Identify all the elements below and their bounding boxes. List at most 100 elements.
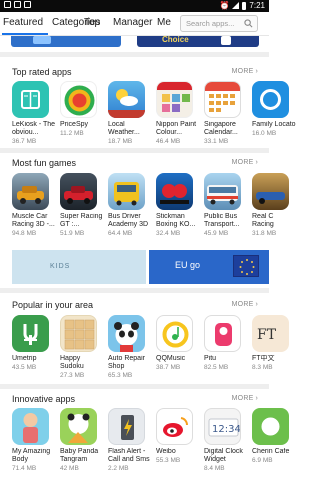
sudoku-icon: [60, 315, 97, 352]
promo-banners: KIDS EU go: [12, 250, 269, 284]
section-innovative: Innovative apps MORE › My Amazing Body 71…: [0, 389, 289, 480]
chevron-right-icon: ›: [255, 159, 258, 166]
app-name: Pitu: [204, 355, 217, 362]
eu-flag-icon: [233, 255, 259, 277]
weather-icon: [108, 81, 145, 118]
section-divider: [0, 52, 269, 57]
app-card[interactable]: Local Weather... 18.7 MB: [108, 81, 156, 145]
app-size: 38.7 MB: [156, 364, 181, 371]
app-card[interactable]: FT FT中文 8.3 MB: [252, 315, 300, 379]
signal-icon: [232, 2, 240, 9]
app-card[interactable]: Family Locato 16.0 MB: [252, 81, 300, 145]
app-name: FT中文: [252, 355, 275, 362]
more-label: MORE: [231, 301, 254, 308]
banner-app-icon: [221, 36, 231, 45]
public-bus-icon: [204, 173, 241, 210]
notification-icon: [24, 1, 31, 8]
more-button[interactable]: MORE ›: [232, 159, 258, 166]
app-card[interactable]: 12:34 Digital Clock Widget 8.4 MB: [204, 408, 252, 472]
app-card[interactable]: LeKiosk - The obviou... 36.7 MB: [12, 81, 60, 145]
tab-top[interactable]: Top: [84, 17, 100, 28]
app-card[interactable]: PriceSpy 11.2 MB: [60, 81, 108, 145]
more-button[interactable]: MORE ›: [232, 68, 258, 75]
top-nav: Featured Categories Top Manager Me Searc…: [0, 12, 269, 36]
tab-manager[interactable]: Manager: [113, 17, 152, 28]
app-name: Umetrip: [12, 355, 37, 362]
app-card[interactable]: Nippon Paint Colour... 46.4 MB: [156, 81, 204, 145]
app-name: Singapore Calendar...: [204, 121, 238, 136]
tab-featured[interactable]: Featured: [3, 17, 43, 28]
app-size: 32.4 MB: [156, 230, 181, 237]
app-name: Auto Repair Shop: [108, 355, 145, 370]
app-name: Real C Racing: [252, 213, 274, 228]
cafe-icon: [252, 408, 289, 445]
app-card[interactable]: My Amazing Body 71.4 MB: [12, 408, 60, 472]
app-name: Weibo: [156, 448, 176, 455]
app-card[interactable]: Weibo 55.3 MB: [156, 408, 204, 472]
app-size: 42 MB: [60, 465, 79, 472]
notification-icon: [4, 1, 11, 8]
status-right: ⏰ 7:21: [219, 1, 265, 10]
app-card[interactable]: Baby Panda Tangram 42 MB: [60, 408, 108, 472]
book-icon: [12, 81, 49, 118]
app-name: Muscle Car Racing 3D -...: [12, 213, 55, 228]
app-card[interactable]: Cherin Cafe 6.9 MB: [252, 408, 300, 472]
panda-tangram-icon: [60, 408, 97, 445]
app-name: My Amazing Body: [12, 448, 51, 463]
pitu-icon: [204, 315, 241, 352]
clock-icon: 12:34: [204, 408, 241, 445]
app-card[interactable]: Flash Alert - Call and Sms 2.2 MB: [108, 408, 156, 472]
status-bar: ⏰ 7:21: [0, 0, 269, 12]
app-name: Local Weather...: [108, 121, 140, 136]
section-title: Top rated apps: [12, 67, 72, 77]
app-card[interactable]: Singapore Calendar... 33.1 MB: [204, 81, 252, 145]
calendar-icon: [204, 81, 241, 118]
app-name: Nippon Paint Colour...: [156, 121, 197, 136]
app-row: My Amazing Body 71.4 MB Baby Panda Tangr…: [12, 408, 300, 472]
app-card[interactable]: QQMusic 38.7 MB: [156, 315, 204, 379]
chevron-right-icon: ›: [255, 301, 258, 308]
search-placeholder: Search apps...: [186, 19, 235, 28]
more-button[interactable]: MORE ›: [232, 301, 258, 308]
featured-banner-right[interactable]: Choice: [137, 35, 259, 47]
more-button[interactable]: MORE ›: [232, 395, 258, 402]
app-card[interactable]: Public Bus Transport... 45.9 MB: [204, 173, 252, 237]
app-card[interactable]: Happy Sudoku 27.3 MB: [60, 315, 108, 379]
app-name: Public Bus Transport...: [204, 213, 240, 228]
kids-banner[interactable]: KIDS: [12, 250, 146, 284]
more-label: MORE: [231, 159, 254, 166]
kids-banner-text: KIDS: [50, 263, 71, 270]
app-name: Happy Sudoku: [60, 355, 84, 370]
app-size: 65.3 MB: [108, 372, 133, 379]
app-card[interactable]: Auto Repair Shop 65.3 MB: [108, 315, 156, 379]
tab-me[interactable]: Me: [157, 17, 171, 28]
app-size: 11.2 MB: [60, 130, 84, 137]
muscle-car-icon: [12, 173, 49, 210]
app-name: QQMusic: [156, 355, 186, 362]
weibo-icon: [156, 408, 193, 445]
featured-banners: Choice: [0, 35, 269, 51]
featured-banner-left[interactable]: [11, 36, 121, 47]
app-size: 8.3 MB: [252, 364, 273, 371]
app-card[interactable]: Muscle Car Racing 3D -... 94.8 MB: [12, 173, 60, 237]
app-card[interactable]: Super Racing GT :... 51.9 MB: [60, 173, 108, 237]
app-card[interactable]: Bus Driver Academy 3D 64.4 MB: [108, 173, 156, 237]
pricespy-icon: [60, 81, 97, 118]
app-name: Stickman Boxing KO...: [156, 213, 196, 228]
panda-mechanic-icon: [108, 315, 145, 352]
section-title: Most fun games: [12, 158, 77, 168]
app-size: 33.1 MB: [204, 138, 229, 145]
app-size: 27.3 MB: [60, 372, 85, 379]
svg-text:12:34: 12:34: [212, 424, 241, 435]
race-car-icon: [252, 173, 289, 210]
boxing-icon: [156, 173, 193, 210]
app-size: 36.7 MB: [12, 138, 37, 145]
app-card[interactable]: Umetrip 43.5 MB: [12, 315, 60, 379]
location-icon: [252, 81, 289, 118]
status-notifications: [4, 1, 31, 8]
app-card[interactable]: Real C Racing 31.8 MB: [252, 173, 300, 237]
search-input[interactable]: Search apps...: [180, 15, 258, 32]
app-card[interactable]: Stickman Boxing KO... 32.4 MB: [156, 173, 204, 237]
eu-go-banner[interactable]: EU go: [149, 250, 269, 284]
app-card[interactable]: Pitu 82.5 MB: [204, 315, 252, 379]
